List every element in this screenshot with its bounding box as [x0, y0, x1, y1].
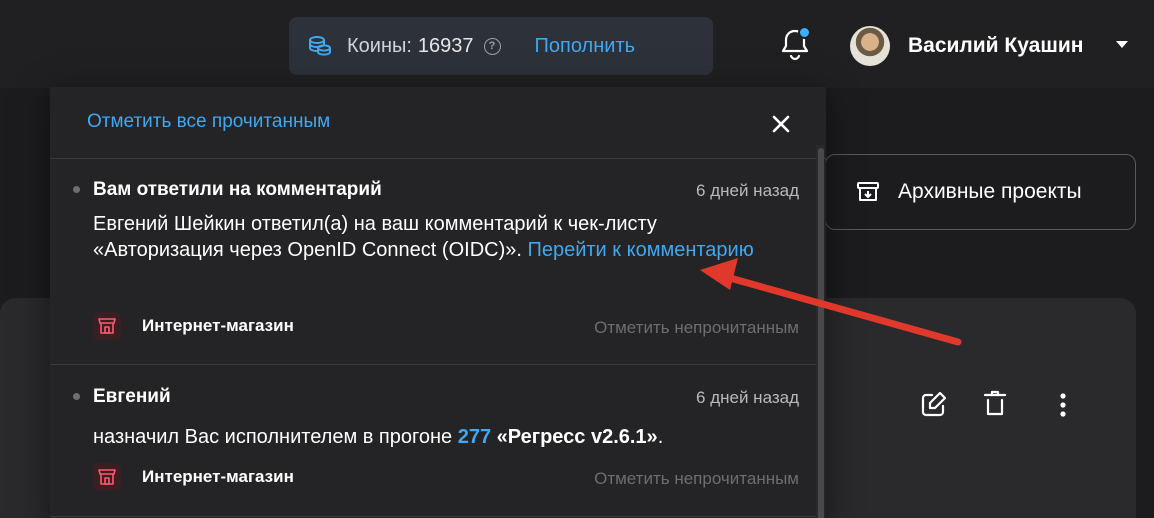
notification-item[interactable]: Вам ответили на комментарий 6 дней назад…: [50, 159, 816, 365]
unread-dot: [73, 393, 80, 400]
help-icon[interactable]: ?: [483, 37, 501, 55]
top-bar: Коины: 16937 ? Пополнить Василий Куашин: [0, 0, 1154, 88]
coins-value: 16937: [417, 34, 474, 57]
notifications-header: Отметить все прочитанным: [50, 87, 826, 159]
scrollbar-thumb[interactable]: [818, 148, 824, 518]
notification-badge: [798, 26, 811, 39]
coins-label: Коины:: [347, 34, 412, 57]
notification-title: Евгений: [93, 386, 171, 407]
notification-item[interactable]: Евгений 6 дней назад назначил Вас исполн…: [50, 365, 816, 517]
coins-widget: Коины: 16937 ? Пополнить: [289, 17, 713, 75]
go-to-comment-link[interactable]: Перейти к комментарию: [527, 239, 753, 261]
avatar[interactable]: [850, 26, 890, 66]
store-icon: [93, 463, 121, 491]
archive-label: Архивные проекты: [898, 180, 1082, 203]
project-name[interactable]: Интернет-магазин: [142, 467, 294, 487]
edit-icon[interactable]: [918, 390, 948, 420]
notification-time: 6 дней назад: [696, 388, 799, 407]
run-name[interactable]: «Регресс v2.6.1»: [497, 426, 658, 448]
run-number-link[interactable]: 277: [458, 426, 491, 448]
project-name[interactable]: Интернет-магазин: [142, 316, 294, 336]
notification-body: Евгений Шейкин ответил(а) на ваш коммент…: [93, 211, 793, 263]
mark-unread-link[interactable]: Отметить непрочитанным: [594, 469, 799, 489]
user-name[interactable]: Василий Куашин: [908, 34, 1083, 58]
mark-all-read-link[interactable]: Отметить все прочитанным: [87, 111, 330, 133]
topup-link[interactable]: Пополнить: [535, 35, 635, 58]
notification-body: назначил Вас исполнителем в прогоне 277 …: [93, 424, 793, 450]
unread-dot: [73, 186, 80, 193]
notification-time: 6 дней назад: [696, 181, 799, 200]
notification-suffix: .: [657, 426, 664, 448]
trash-icon[interactable]: [980, 388, 1010, 418]
caret-down-icon[interactable]: [1116, 41, 1128, 48]
notifications-panel: Отметить все прочитанным Вам ответили на…: [50, 87, 826, 518]
store-icon: [93, 312, 121, 340]
notification-text: назначил Вас исполнителем в прогоне: [93, 426, 453, 448]
coins-icon: [307, 33, 333, 59]
close-icon[interactable]: [769, 112, 793, 136]
notification-title: Вам ответили на комментарий: [93, 179, 382, 200]
archive-projects-button[interactable]: Архивные проекты: [825, 154, 1136, 230]
more-vertical-icon[interactable]: [1048, 390, 1078, 420]
archive-icon: [857, 182, 879, 201]
mark-unread-link[interactable]: Отметить непрочитанным: [594, 318, 799, 338]
